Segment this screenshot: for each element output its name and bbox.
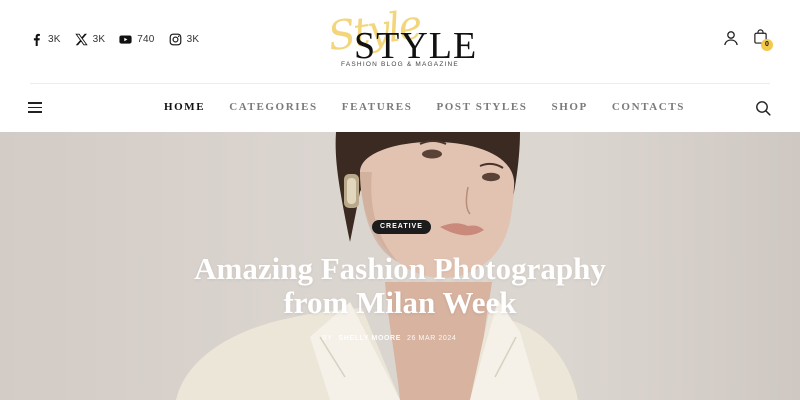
post-date: 26 MAR 2024 — [406, 335, 457, 342]
top-bar: 3K 3K 740 3K Style STYLE FASHION BLOG & … — [0, 0, 800, 84]
social-links: 3K 3K 740 3K — [30, 33, 199, 46]
social-youtube[interactable]: 740 — [119, 33, 154, 46]
nav-item-features[interactable]: FEATURES — [342, 101, 413, 113]
youtube-count: 740 — [137, 34, 155, 45]
hero-title-line-1: Amazing Fashion Photography — [194, 251, 606, 286]
cart-button[interactable]: 0 — [753, 29, 775, 51]
nav-item-categories[interactable]: CATEGORIES — [229, 101, 318, 113]
x-count: 3K — [92, 34, 106, 45]
nav-item-shop[interactable]: SHOP — [552, 101, 588, 113]
hero-banner[interactable]: CREATIVE Amazing Fashion Photography fro… — [0, 132, 800, 400]
hero-title-line-2: from Milan Week — [283, 285, 517, 320]
nav-item-post-styles[interactable]: POST STYLES — [436, 101, 527, 113]
search-icon[interactable] — [755, 100, 771, 116]
youtube-icon — [119, 33, 132, 46]
nav-menu: HOME CATEGORIES FEATURES POST STYLES SHO… — [164, 101, 685, 113]
author-prefix: BY — [322, 335, 333, 342]
author-name[interactable]: SHELLY MOORE — [339, 335, 401, 342]
site-logo[interactable]: Style STYLE FASHION BLOG & MAGAZINE — [322, 2, 478, 72]
social-instagram[interactable]: 3K — [169, 33, 200, 46]
facebook-icon — [30, 33, 43, 46]
hero-title[interactable]: Amazing Fashion Photography from Milan W… — [150, 252, 650, 320]
social-facebook[interactable]: 3K — [30, 33, 61, 46]
cart-count-badge: 0 — [761, 39, 773, 51]
account-icon[interactable] — [723, 30, 739, 46]
logo-tagline: FASHION BLOG & MAGAZINE — [341, 61, 459, 68]
facebook-count: 3K — [48, 34, 61, 45]
instagram-icon — [169, 33, 182, 46]
menu-icon[interactable] — [28, 102, 43, 114]
nav-item-home[interactable]: HOME — [164, 101, 205, 113]
post-meta: BY SHELLY MOORE 26 MAR 2024 — [322, 335, 482, 342]
category-badge[interactable]: CREATIVE — [372, 220, 431, 234]
social-x[interactable]: 3K — [74, 33, 106, 46]
nav-item-contacts[interactable]: CONTACTS — [612, 101, 685, 113]
x-icon — [74, 33, 88, 46]
instagram-count: 3K — [186, 34, 200, 45]
main-navigation: HOME CATEGORIES FEATURES POST STYLES SHO… — [0, 84, 800, 132]
